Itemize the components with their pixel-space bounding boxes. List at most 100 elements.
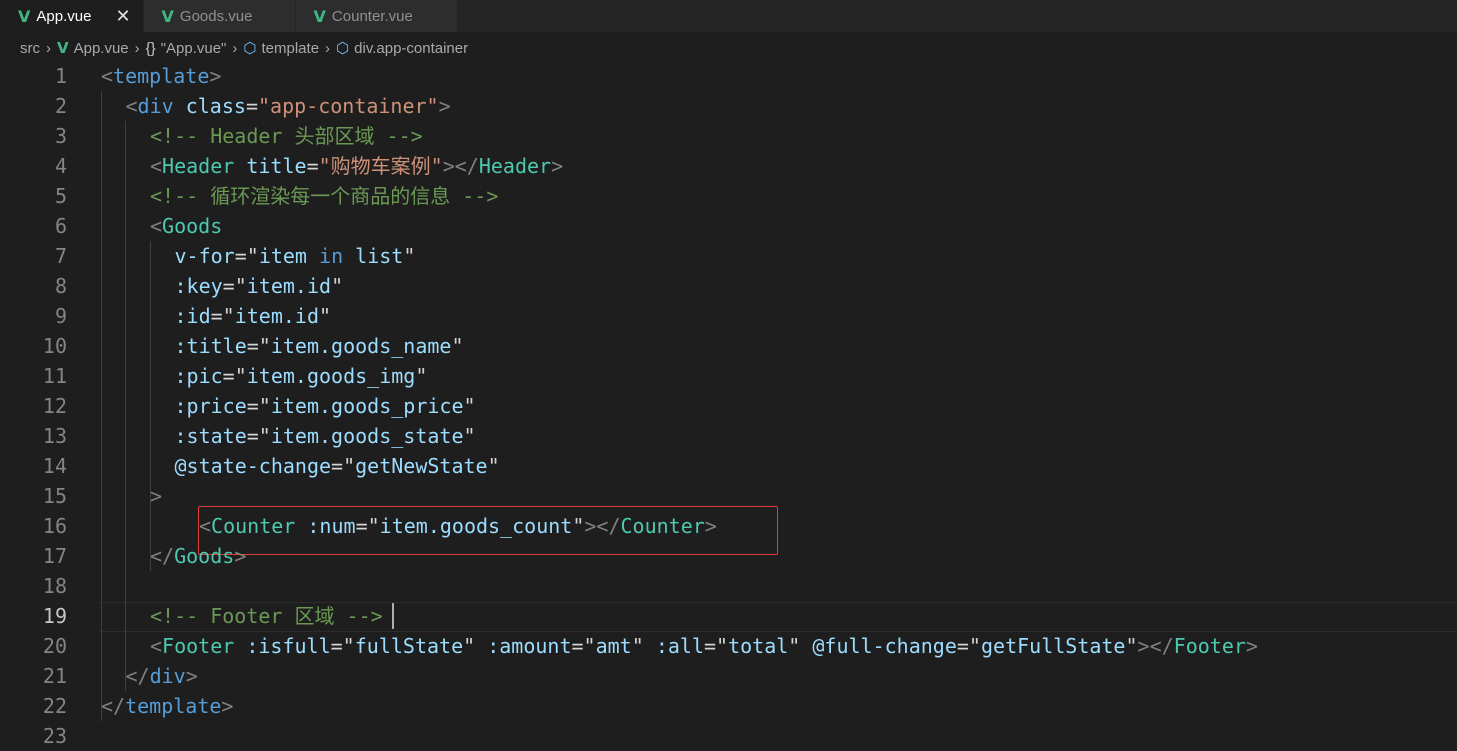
code-text: :price="item.goods_price"	[175, 391, 476, 421]
code-text: :title="item.goods_name"	[175, 331, 464, 361]
code-token: template	[125, 694, 222, 718]
tab-counter-vue[interactable]: V Counter.vue	[295, 0, 458, 32]
code-line: 21 </div>	[0, 661, 1457, 691]
line-number: 18	[42, 574, 67, 598]
code-token: :pic	[174, 364, 223, 388]
code-token: </	[101, 694, 126, 718]
code-token: item.id	[234, 304, 320, 328]
code-token: >	[704, 514, 717, 538]
code-token: item.goods_count	[379, 514, 573, 538]
code-token: getNewState	[355, 454, 488, 478]
code-token: "	[788, 634, 813, 658]
code-token: >	[1245, 634, 1258, 658]
code-token: ="	[234, 244, 259, 268]
code-token: Counter	[211, 514, 296, 538]
code-token: :state	[174, 424, 247, 448]
code-token: ="	[246, 334, 271, 358]
code-line: 1 <template>	[0, 61, 1457, 91]
breadcrumb-app-vue[interactable]: V App.vue	[57, 39, 129, 57]
code-token: "	[463, 424, 476, 448]
code-token: :key	[174, 274, 223, 298]
line-number: 16	[42, 514, 67, 538]
code-token: "	[572, 514, 585, 538]
code-token: "	[331, 274, 344, 298]
code-line: 11:pic="item.goods_img"	[0, 361, 1457, 391]
code-token: >	[150, 484, 163, 508]
code-text: <Counter :num="item.goods_count"></Count…	[199, 511, 717, 541]
code-token: "	[403, 244, 416, 268]
code-token: v-for	[174, 244, 235, 268]
line-number: 9	[54, 304, 67, 328]
code-token: >	[234, 544, 247, 568]
line-number: 7	[54, 244, 67, 268]
line-number: 8	[54, 274, 67, 298]
code-token: <!-- Footer 区域 -->	[150, 604, 383, 628]
code-text: </div>	[126, 661, 198, 691]
breadcrumb-div-app-container[interactable]: ⬡ div.app-container	[336, 39, 468, 57]
breadcrumb: src › V App.vue › {} "App.vue" › ⬡ template…	[0, 32, 1457, 64]
code-text: :id="item.id"	[175, 301, 332, 331]
code-token: "	[319, 304, 332, 328]
code-token: "	[487, 454, 500, 478]
tab-app-vue[interactable]: V App.vue ✕	[0, 0, 144, 32]
vue-file-icon: V	[161, 6, 174, 26]
code-token: in	[319, 244, 344, 268]
breadcrumb-src[interactable]: src	[20, 40, 40, 57]
code-token: ="	[210, 304, 235, 328]
code-text: :pic="item.goods_img"	[175, 361, 428, 391]
line-number: 6	[54, 214, 67, 238]
code-line: 2 <div class="app-container">	[0, 91, 1457, 121]
code-token: item.id	[246, 274, 332, 298]
code-token: @state-change	[174, 454, 332, 478]
line-number: 10	[42, 334, 67, 358]
code-token: "	[415, 364, 428, 388]
code-token: "	[631, 634, 656, 658]
line-number: 21	[42, 664, 67, 688]
code-token: Footer	[162, 634, 235, 658]
line-number: 23	[42, 724, 67, 748]
code-token: <	[101, 64, 114, 88]
code-text: :key="item.id"	[175, 271, 344, 301]
code-token: ="	[703, 634, 729, 658]
breadcrumb-label: "App.vue"	[160, 39, 227, 57]
code-editor[interactable]: 1 <template> 2 <div class="app-container"> 3…	[0, 61, 1457, 748]
code-text: v-for="item in list"	[175, 241, 416, 271]
vue-file-icon: V	[18, 6, 31, 26]
code-text: <!-- 循环渲染每一个商品的信息 -->	[150, 181, 498, 211]
line-number: 14	[42, 454, 67, 478]
code-line: 4 <Header title="购物车案例"></Header>	[0, 151, 1457, 181]
code-token: :isfull	[246, 634, 331, 658]
code-token: amt	[595, 634, 632, 658]
code-token: template	[113, 64, 210, 88]
code-line: 23	[0, 721, 1457, 751]
code-token: </	[125, 664, 150, 688]
code-token: item.goods_state	[270, 424, 464, 448]
code-token: ></	[584, 514, 621, 538]
breadcrumb-app-vue-module[interactable]: {} "App.vue"	[146, 40, 227, 57]
close-icon[interactable]: ✕	[115, 6, 130, 27]
line-number: 19	[42, 604, 67, 628]
code-line: 16 <Counter :num="item.goods_count"></Cou…	[0, 511, 1457, 541]
code-token: div	[137, 94, 174, 118]
code-token: :price	[174, 394, 247, 418]
breadcrumb-label: div.app-container	[354, 40, 469, 57]
code-text: <!-- Footer 区域 -->	[150, 601, 383, 631]
code-token: :id	[174, 304, 211, 328]
symbol-cube-icon: ⬡	[243, 39, 257, 57]
code-line: 13:state="item.goods_state"	[0, 421, 1457, 451]
symbol-cube-icon: ⬡	[336, 39, 350, 57]
code-text: <Header title="购物车案例"></Header>	[150, 151, 563, 181]
breadcrumb-template[interactable]: ⬡ template	[243, 39, 319, 57]
code-token: ="	[222, 274, 247, 298]
breadcrumb-label: App.vue	[73, 40, 129, 57]
code-token: fullState	[354, 634, 464, 658]
tab-goods-vue[interactable]: V Goods.vue	[143, 0, 296, 32]
code-token: item	[258, 244, 307, 268]
code-token: list	[355, 244, 404, 268]
line-number: 17	[42, 544, 67, 568]
code-text: </Goods>	[150, 541, 246, 571]
code-token: item.goods_name	[270, 334, 452, 358]
line-number: 3	[54, 124, 67, 148]
code-token: >	[185, 664, 198, 688]
